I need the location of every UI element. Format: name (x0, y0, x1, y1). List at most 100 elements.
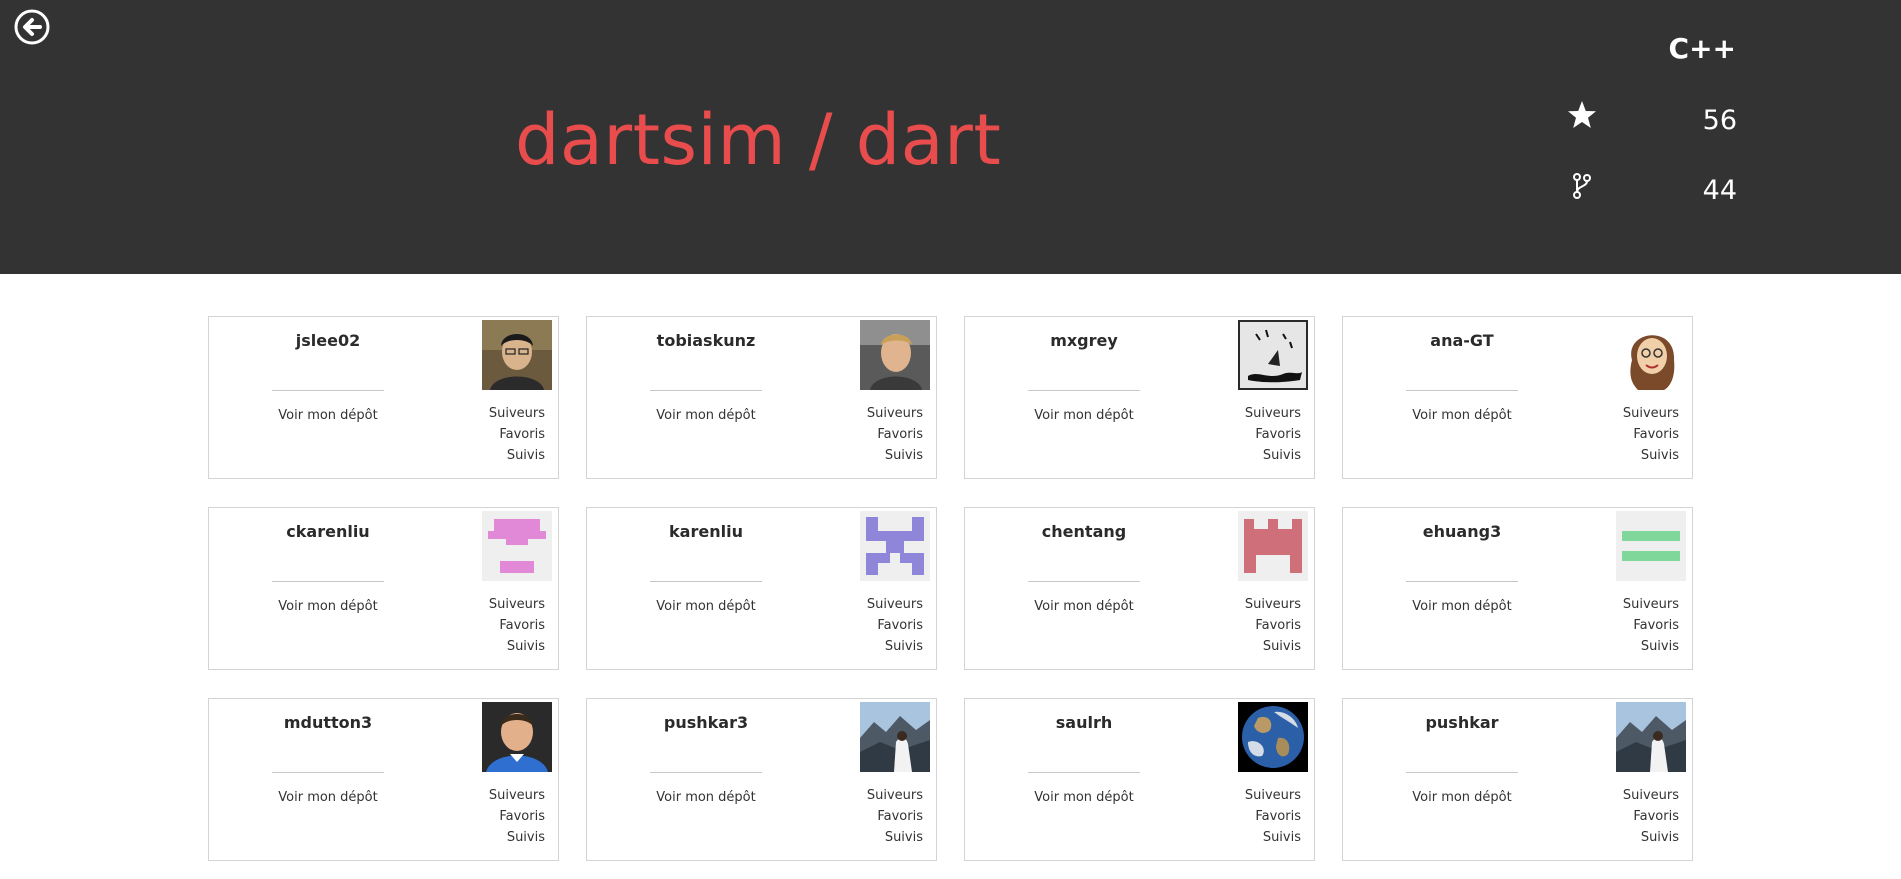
following-link[interactable]: Suivis (1245, 827, 1301, 848)
avatar (482, 702, 552, 772)
avatar (1616, 702, 1686, 772)
following-link[interactable]: Suivis (1245, 636, 1301, 657)
back-arrow-icon[interactable] (13, 8, 51, 46)
favorites-link[interactable]: Favoris (867, 615, 923, 636)
following-link[interactable]: Suivis (489, 445, 545, 466)
avatar (482, 320, 552, 390)
user-links: Suiveurs Favoris Suivis (867, 785, 923, 848)
view-repo-link[interactable]: Voir mon dépôt (1343, 408, 1581, 423)
followers-link[interactable]: Suiveurs (1245, 594, 1301, 615)
user-links: Suiveurs Favoris Suivis (1623, 403, 1679, 466)
following-link[interactable]: Suivis (867, 636, 923, 657)
favorites-link[interactable]: Favoris (1245, 806, 1301, 827)
divider (1028, 581, 1140, 582)
stars-count: 56 (1702, 105, 1737, 136)
following-link[interactable]: Suivis (1623, 636, 1679, 657)
avatar (1616, 511, 1686, 581)
user-links: Suiveurs Favoris Suivis (489, 594, 545, 657)
contributor-username: karenliu (669, 522, 743, 541)
avatar (1616, 320, 1686, 390)
followers-link[interactable]: Suiveurs (489, 403, 545, 424)
view-repo-link[interactable]: Voir mon dépôt (209, 599, 447, 614)
followers-link[interactable]: Suiveurs (1245, 403, 1301, 424)
view-repo-link[interactable]: Voir mon dépôt (587, 599, 825, 614)
contributor-username: tobiaskunz (656, 331, 756, 350)
contributor-card[interactable]: saulrh Voir mon dépôt Suiveurs Favoris S… (964, 698, 1315, 861)
view-repo-link[interactable]: Voir mon dépôt (965, 790, 1203, 805)
followers-link[interactable]: Suiveurs (1623, 403, 1679, 424)
following-link[interactable]: Suivis (1245, 445, 1301, 466)
favorites-link[interactable]: Favoris (1623, 615, 1679, 636)
contributor-username: jslee02 (295, 331, 361, 350)
favorites-link[interactable]: Favoris (1623, 806, 1679, 827)
contributor-username: ana-GT (1430, 331, 1494, 350)
followers-link[interactable]: Suiveurs (867, 594, 923, 615)
followers-link[interactable]: Suiveurs (1245, 785, 1301, 806)
favorites-link[interactable]: Favoris (867, 424, 923, 445)
followers-link[interactable]: Suiveurs (1623, 594, 1679, 615)
followers-link[interactable]: Suiveurs (489, 785, 545, 806)
user-links: Suiveurs Favoris Suivis (1623, 785, 1679, 848)
following-link[interactable]: Suivis (1623, 445, 1679, 466)
view-repo-link[interactable]: Voir mon dépôt (965, 408, 1203, 423)
star-icon (1567, 100, 1597, 130)
following-link[interactable]: Suivis (489, 636, 545, 657)
contributor-username: pushkar3 (663, 713, 749, 732)
followers-link[interactable]: Suiveurs (489, 594, 545, 615)
contributor-card[interactable]: mdutton3 Voir mon dépôt Suiveurs Favoris… (208, 698, 559, 861)
following-link[interactable]: Suivis (489, 827, 545, 848)
favorites-link[interactable]: Favoris (489, 615, 545, 636)
divider (1406, 390, 1518, 391)
contributor-card[interactable]: karenliu Voir mon dépôt Suiveurs Favoris… (586, 507, 937, 670)
divider (650, 581, 762, 582)
favorites-link[interactable]: Favoris (489, 806, 545, 827)
divider (1406, 772, 1518, 773)
view-repo-link[interactable]: Voir mon dépôt (209, 790, 447, 805)
favorites-link[interactable]: Favoris (1245, 424, 1301, 445)
avatar (860, 320, 930, 390)
contributor-card[interactable]: jslee02 Voir mon dépôt Suiveurs Favoris … (208, 316, 559, 479)
contributor-card[interactable]: pushkar Voir mon dépôt Suiveurs Favoris … (1342, 698, 1693, 861)
user-links: Suiveurs Favoris Suivis (1623, 594, 1679, 657)
view-repo-link[interactable]: Voir mon dépôt (587, 408, 825, 423)
contributor-username: pushkar (1425, 713, 1499, 732)
favorites-link[interactable]: Favoris (867, 806, 923, 827)
view-repo-link[interactable]: Voir mon dépôt (965, 599, 1203, 614)
forks-count: 44 (1702, 175, 1737, 206)
user-links: Suiveurs Favoris Suivis (1245, 403, 1301, 466)
following-link[interactable]: Suivis (1623, 827, 1679, 848)
divider (650, 390, 762, 391)
contributor-username: ckarenliu (286, 522, 370, 541)
view-repo-link[interactable]: Voir mon dépôt (1343, 599, 1581, 614)
followers-link[interactable]: Suiveurs (1623, 785, 1679, 806)
contributor-card[interactable]: ckarenliu Voir mon dépôt Suiveurs Favori… (208, 507, 559, 670)
divider (272, 581, 384, 582)
repo-title: dartsim / dart (515, 99, 1002, 181)
avatar (1238, 511, 1308, 581)
contributor-card[interactable]: tobiaskunz Voir mon dépôt Suiveurs Favor… (586, 316, 937, 479)
contributor-card[interactable]: ehuang3 Voir mon dépôt Suiveurs Favoris … (1342, 507, 1693, 670)
contributor-card[interactable]: mxgrey Voir mon dépôt Suiveurs Favoris S… (964, 316, 1315, 479)
favorites-link[interactable]: Favoris (489, 424, 545, 445)
view-repo-link[interactable]: Voir mon dépôt (587, 790, 825, 805)
avatar (1238, 320, 1308, 390)
followers-link[interactable]: Suiveurs (867, 403, 923, 424)
contributor-username: chentang (1041, 522, 1127, 541)
contributor-card[interactable]: ana-GT Voir mon dépôt Suiveurs Favoris S… (1342, 316, 1693, 479)
followers-link[interactable]: Suiveurs (867, 785, 923, 806)
divider (272, 772, 384, 773)
contributor-card[interactable]: pushkar3 Voir mon dépôt Suiveurs Favoris… (586, 698, 937, 861)
divider (1028, 390, 1140, 391)
favorites-link[interactable]: Favoris (1245, 615, 1301, 636)
following-link[interactable]: Suivis (867, 827, 923, 848)
view-repo-link[interactable]: Voir mon dépôt (209, 408, 447, 423)
user-links: Suiveurs Favoris Suivis (867, 403, 923, 466)
user-links: Suiveurs Favoris Suivis (1245, 594, 1301, 657)
favorites-link[interactable]: Favoris (1623, 424, 1679, 445)
view-repo-link[interactable]: Voir mon dépôt (1343, 790, 1581, 805)
contributor-card[interactable]: chentang Voir mon dépôt Suiveurs Favoris… (964, 507, 1315, 670)
repo-header: dartsim / dart C++ 56 44 (0, 0, 1901, 274)
fork-icon (1572, 172, 1592, 200)
user-links: Suiveurs Favoris Suivis (489, 403, 545, 466)
following-link[interactable]: Suivis (867, 445, 923, 466)
